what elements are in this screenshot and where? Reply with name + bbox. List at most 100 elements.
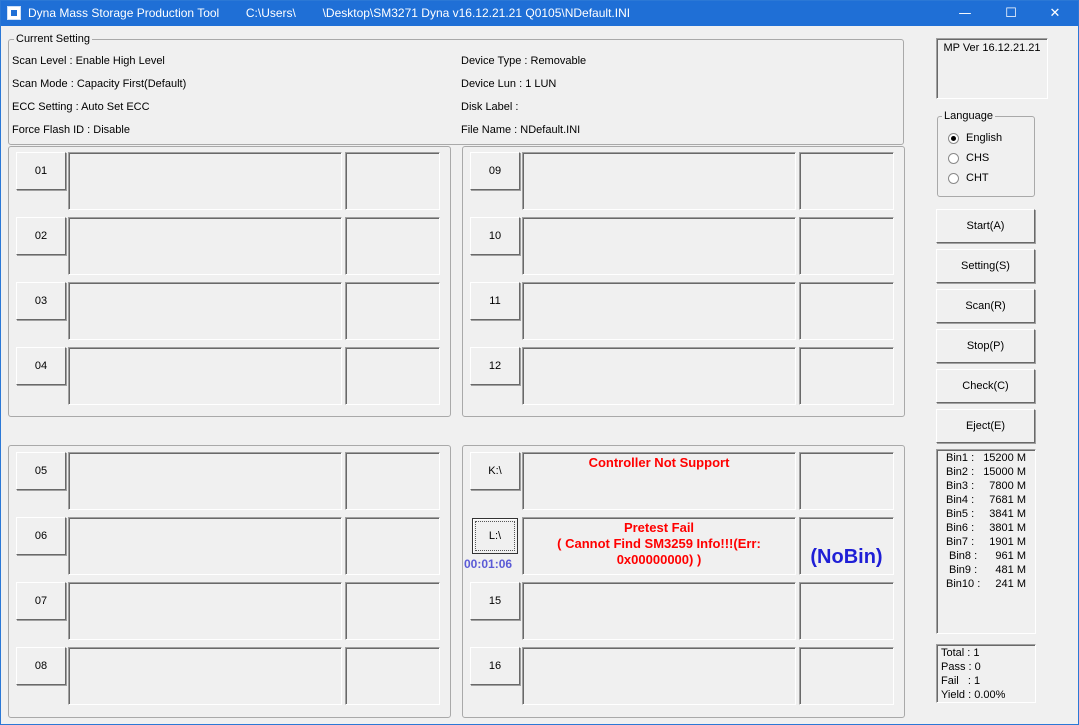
setting-button[interactable]: Setting(S) xyxy=(936,249,1035,283)
app-icon xyxy=(7,6,21,20)
bin-row: Bin9 : 481 M xyxy=(937,564,1035,578)
port-button-02[interactable]: 02 xyxy=(16,217,66,255)
button-label: Stop(P) xyxy=(966,340,1005,352)
port-button-08[interactable]: 08 xyxy=(16,647,66,685)
port-capacity-box xyxy=(799,347,894,405)
port-status-box xyxy=(522,217,796,275)
close-button[interactable]: ✕ xyxy=(1032,1,1078,26)
port-button-l-drive[interactable]: L:\ xyxy=(472,518,518,554)
radio-label: English xyxy=(966,132,1003,144)
port-label: K:\ xyxy=(488,465,502,477)
port-capacity-box xyxy=(345,347,440,405)
bin-value: 3841 M xyxy=(989,508,1026,520)
bin-name: Bin6 : xyxy=(946,522,975,534)
total-count: Total : 1 xyxy=(941,647,980,659)
language-label: Language xyxy=(942,110,995,122)
port-label: 03 xyxy=(34,295,48,307)
port-button-01[interactable]: 01 xyxy=(16,152,66,190)
port-button-05[interactable]: 05 xyxy=(16,452,66,490)
port-label: 09 xyxy=(488,165,502,177)
bin-value: 15200 M xyxy=(983,452,1026,464)
scan-button[interactable]: Scan(R) xyxy=(936,289,1035,323)
port-capacity-box xyxy=(345,582,440,640)
maximize-button[interactable]: ☐ xyxy=(988,1,1034,26)
eject-button[interactable]: Eject(E) xyxy=(936,409,1035,443)
port-capacity-box xyxy=(345,452,440,510)
port-button-12[interactable]: 12 xyxy=(470,347,520,385)
title-bar: Dyna Mass Storage Production Tool C:\Use… xyxy=(1,1,1078,26)
device-lun-text: Device Lun : 1 LUN xyxy=(461,78,557,90)
port-capacity-box xyxy=(345,517,440,575)
port-button-09[interactable]: 09 xyxy=(470,152,520,190)
port-label: 02 xyxy=(34,230,48,242)
port-button-07[interactable]: 07 xyxy=(16,582,66,620)
bin-name: Bin4 : xyxy=(946,494,975,506)
port-timer: 00:01:06 xyxy=(464,557,513,571)
bin-name: Bin3 : xyxy=(946,480,975,492)
port-button-10[interactable]: 10 xyxy=(470,217,520,255)
port-status-box xyxy=(68,647,342,705)
port-button-15[interactable]: 15 xyxy=(470,582,520,620)
window-title: Dyna Mass Storage Production Tool C:\Use… xyxy=(28,6,631,20)
port-capacity-box xyxy=(345,282,440,340)
stats-box: Total : 1 Pass : 0 Fail : 1 Yield : 0.00… xyxy=(936,644,1036,703)
start-button[interactable]: Start(A) xyxy=(936,209,1035,243)
port-status-box xyxy=(522,347,796,405)
bin-value: 3801 M xyxy=(989,522,1026,534)
port-label: 05 xyxy=(34,465,48,477)
language-group: Language English CHS CHT xyxy=(937,110,1035,197)
port-capacity-box xyxy=(799,152,894,210)
port-label: 10 xyxy=(488,230,502,242)
port-status-box xyxy=(68,582,342,640)
stop-button[interactable]: Stop(P) xyxy=(936,329,1035,363)
port-label: 07 xyxy=(34,595,48,607)
port-capacity-box xyxy=(799,282,894,340)
button-label: Scan(R) xyxy=(965,300,1006,312)
port-status-box xyxy=(522,647,796,705)
port-capacity-box xyxy=(345,217,440,275)
bin-name: Bin1 : xyxy=(946,452,975,464)
port-label: 04 xyxy=(34,360,48,372)
force-flash-id-text: Force Flash ID : Disable xyxy=(12,124,130,136)
port-capacity-box xyxy=(799,217,894,275)
button-label: Start(A) xyxy=(966,220,1005,232)
device-type-text: Device Type : Removable xyxy=(461,55,587,67)
radio-label: CHT xyxy=(966,172,989,184)
controller-not-support-message: Controller Not Support xyxy=(588,455,730,470)
minimize-button[interactable]: — xyxy=(942,1,988,26)
error-code-message: 0x00000000) ) xyxy=(616,552,702,567)
port-label: 08 xyxy=(34,660,48,672)
port-label: L:\ xyxy=(488,530,502,542)
port-status-box xyxy=(68,152,342,210)
radio-icon xyxy=(948,133,959,144)
port-button-03[interactable]: 03 xyxy=(16,282,66,320)
port-button-11[interactable]: 11 xyxy=(470,282,520,320)
port-button-06[interactable]: 06 xyxy=(16,517,66,555)
radio-icon xyxy=(948,153,959,164)
fail-count: Fail : 1 xyxy=(941,675,981,687)
port-button-k-drive[interactable]: K:\ xyxy=(470,452,520,490)
radio-icon xyxy=(948,173,959,184)
check-button[interactable]: Check(C) xyxy=(936,369,1035,403)
bin-row: Bin1 : 15200 M xyxy=(937,452,1035,466)
port-label: 12 xyxy=(488,360,502,372)
button-label: Eject(E) xyxy=(965,420,1006,432)
bin-row: Bin6 : 3801 M xyxy=(937,522,1035,536)
mp-version-box: MP Ver 16.12.21.21 xyxy=(936,38,1048,99)
bin-name: Bin2 : xyxy=(946,466,975,478)
port-status-box xyxy=(522,152,796,210)
port-status-box xyxy=(68,282,342,340)
bin-value: 481 M xyxy=(995,564,1026,576)
bin-row: Bin5 : 3841 M xyxy=(937,508,1035,522)
port-button-16[interactable]: 16 xyxy=(470,647,520,685)
bin-row: Bin7 : 1901 M xyxy=(937,536,1035,550)
port-label: 16 xyxy=(488,660,502,672)
bin-row: Bin2 : 15000 M xyxy=(937,466,1035,480)
radio-label: CHS xyxy=(966,152,990,164)
port-status-box xyxy=(68,217,342,275)
disk-label-text: Disk Label : xyxy=(461,101,519,113)
port-button-04[interactable]: 04 xyxy=(16,347,66,385)
port-status-box xyxy=(522,582,796,640)
ecc-setting-text: ECC Setting : Auto Set ECC xyxy=(12,101,150,113)
current-setting-label: Current Setting xyxy=(14,33,92,45)
